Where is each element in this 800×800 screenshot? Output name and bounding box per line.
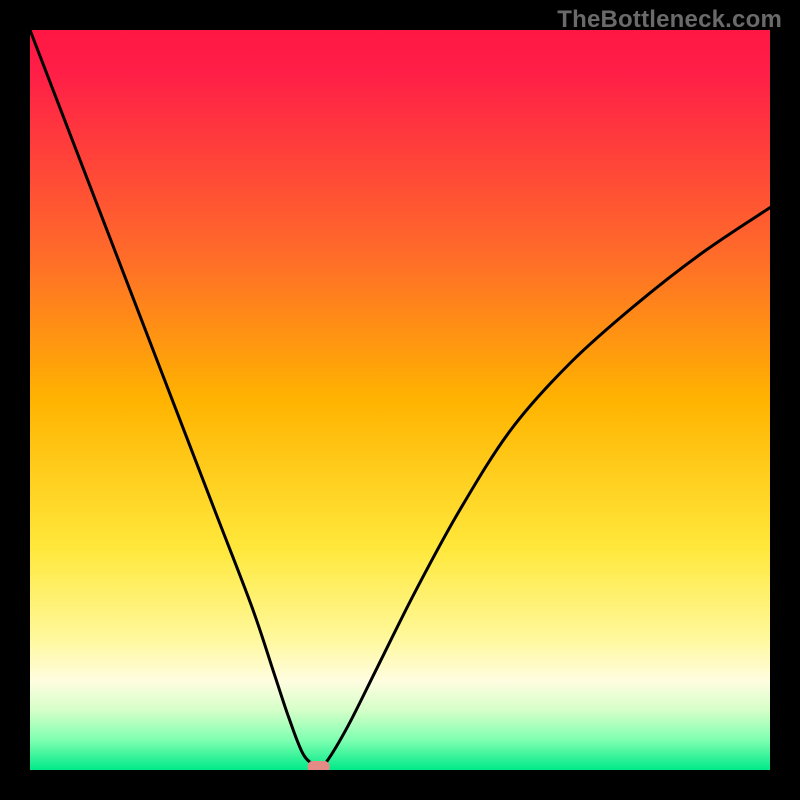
watermark-text: TheBottleneck.com <box>557 6 782 34</box>
gradient-background <box>30 30 770 770</box>
plot-area <box>30 30 770 770</box>
chart-frame: TheBottleneck.com <box>0 0 800 800</box>
minimum-marker <box>308 761 330 770</box>
chart-svg <box>30 30 770 770</box>
